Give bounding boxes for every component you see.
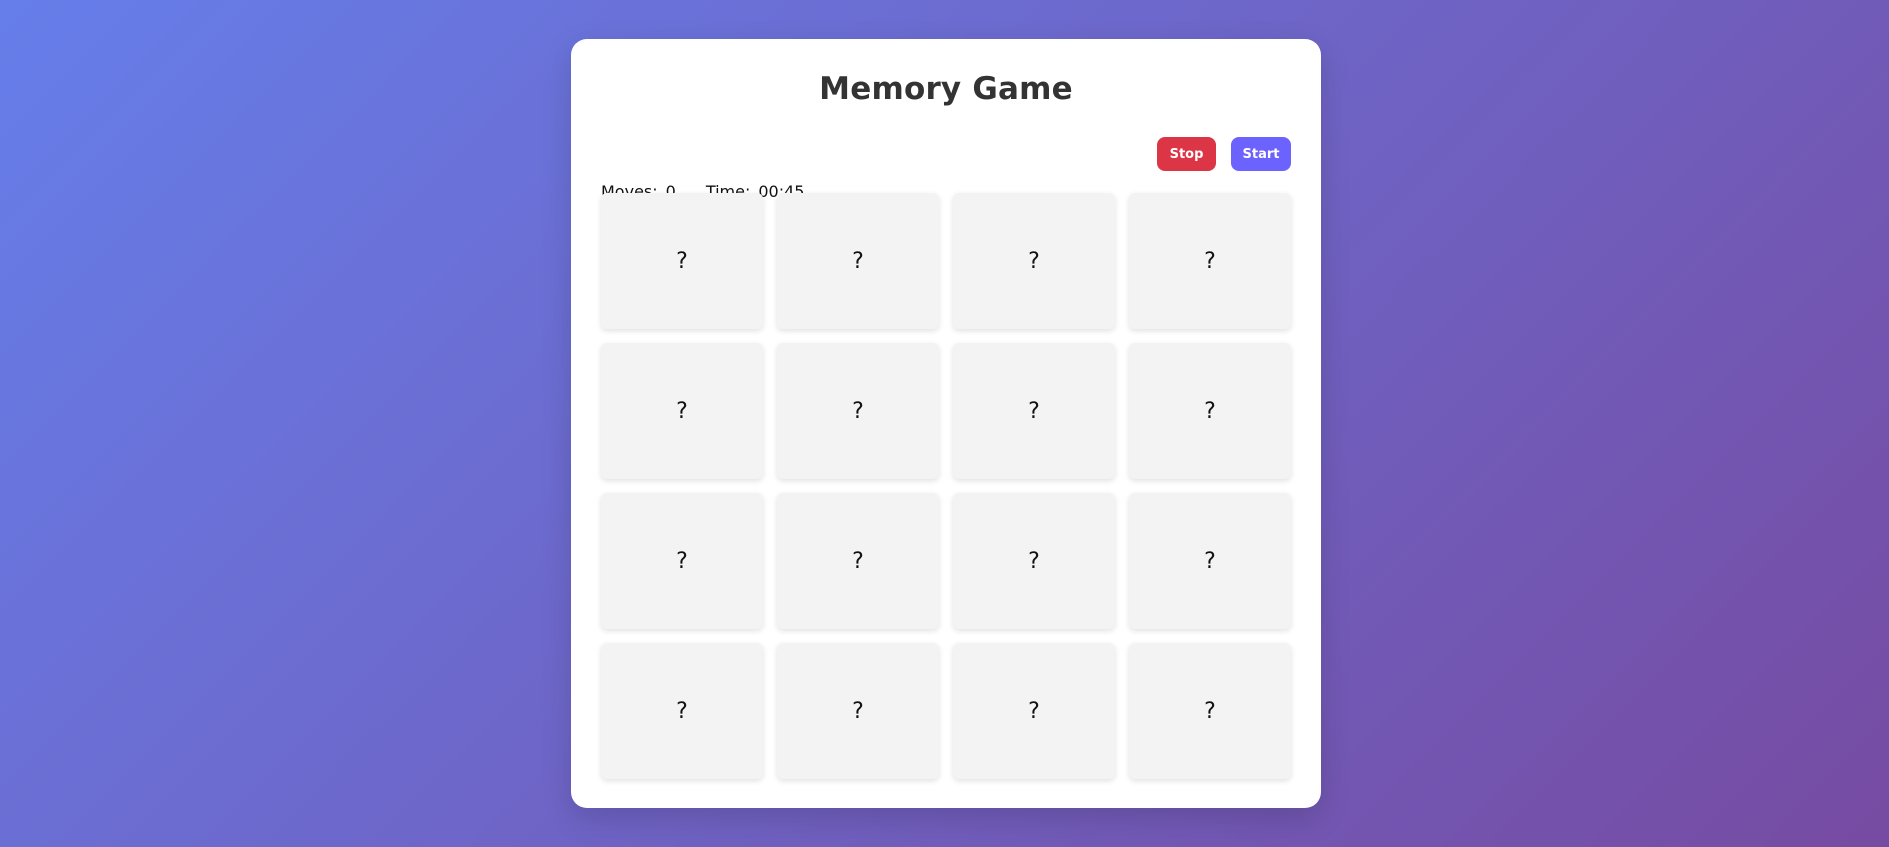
memory-card[interactable]: ? [953, 493, 1115, 629]
memory-card[interactable]: ? [601, 343, 763, 479]
memory-card[interactable]: ? [1129, 193, 1291, 329]
game-controls: Stop Start [1157, 137, 1291, 171]
game-panel: Memory Game Moves: 0 Time: 00:45 Stop St… [571, 39, 1321, 808]
memory-card[interactable]: ? [777, 643, 939, 779]
memory-card[interactable]: ? [601, 643, 763, 779]
start-button[interactable]: Start [1231, 137, 1291, 171]
memory-card[interactable]: ? [953, 643, 1115, 779]
memory-card[interactable]: ? [1129, 493, 1291, 629]
memory-card[interactable]: ? [601, 193, 763, 329]
memory-card[interactable]: ? [953, 343, 1115, 479]
memory-card[interactable]: ? [777, 343, 939, 479]
memory-card[interactable]: ? [1129, 643, 1291, 779]
page-title: Memory Game [819, 71, 1073, 107]
memory-card[interactable]: ? [601, 493, 763, 629]
stop-button[interactable]: Stop [1157, 137, 1216, 171]
memory-card[interactable]: ? [1129, 343, 1291, 479]
memory-card[interactable]: ? [953, 193, 1115, 329]
memory-card[interactable]: ? [777, 193, 939, 329]
card-grid: ? ? ? ? ? ? ? ? ? ? ? ? ? ? ? ? [601, 193, 1291, 779]
memory-card[interactable]: ? [777, 493, 939, 629]
